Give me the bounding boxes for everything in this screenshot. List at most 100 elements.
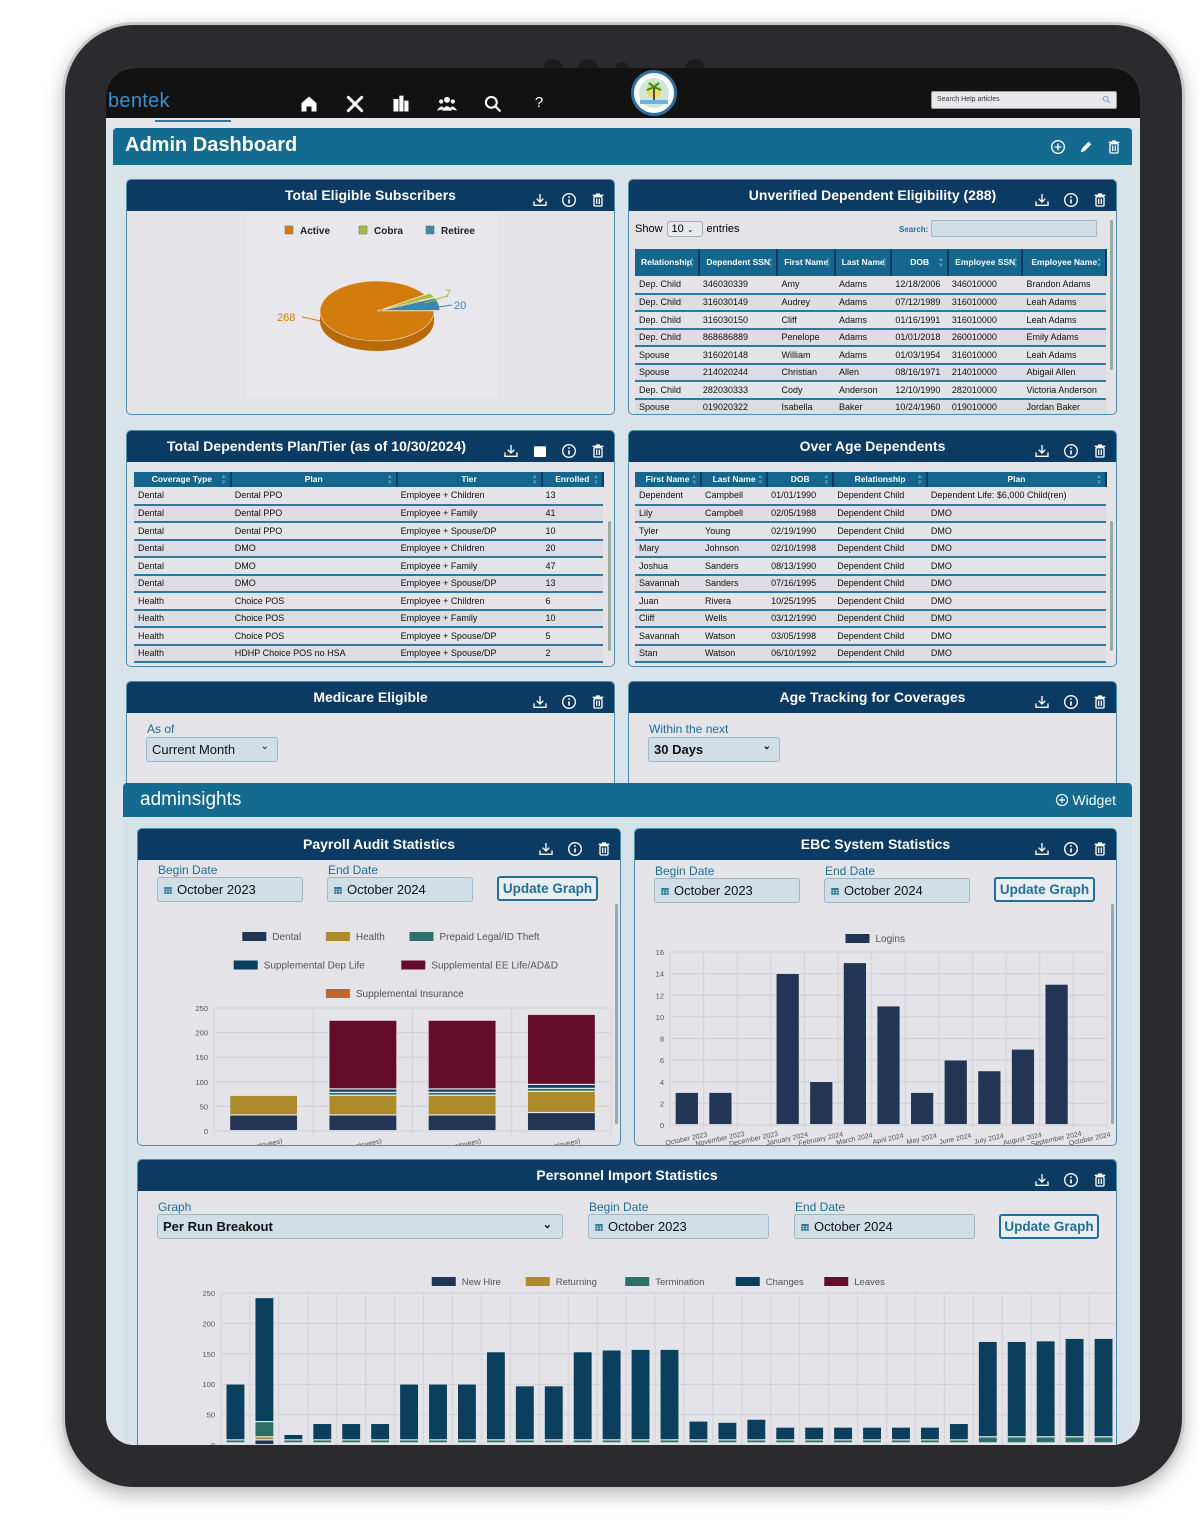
end-date-input[interactable]: October 2024 (327, 877, 473, 902)
as-of-select[interactable]: Current Month ⌄ (146, 737, 278, 762)
end-date-input[interactable]: October 2024 (794, 1214, 975, 1239)
table-row[interactable]: Savannah Watson 03/05/1998 Dependent Child D… (635, 627, 1106, 646)
table-row[interactable]: Dental DMO Employee + Children 20 (134, 539, 603, 558)
table-row[interactable]: Dep. Child 316030150 Cliff Adams 01/16/1991 3… (635, 311, 1106, 330)
begin-date-input[interactable]: October 2023 (654, 878, 800, 903)
download-icon[interactable] (1034, 690, 1050, 708)
info-icon[interactable] (1063, 837, 1079, 856)
graph-select[interactable]: Per Run Breakout ⌄ (157, 1214, 563, 1239)
scrollbar[interactable] (1111, 904, 1114, 1124)
download-icon[interactable] (1034, 439, 1050, 457)
table-row[interactable]: Dental DMO Employee + Spouse/DP 13 (134, 574, 603, 593)
table-row[interactable]: Health Choice POS Employee + Spouse/DP 5 (134, 627, 603, 646)
column-header[interactable]: DOB ▲ ▼ (891, 249, 949, 276)
info-icon[interactable] (1063, 690, 1079, 709)
bentek-logo[interactable]: bentek (108, 90, 170, 113)
table-row[interactable]: Dental Dental PPO Employee + Family 41 (134, 504, 603, 523)
column-header[interactable]: Plan ▲ ▼ (926, 472, 1108, 487)
info-icon[interactable] (1063, 1168, 1079, 1187)
table-row[interactable]: Cliff Wells 03/12/1990 Dependent Child DMO (635, 609, 1106, 628)
table-row[interactable]: Dental Dental PPO Employee + Spouse/DP 10 (134, 522, 603, 541)
users-icon[interactable] (437, 94, 457, 114)
update-graph-button[interactable]: Update Graph (999, 1214, 1099, 1239)
column-header[interactable]: DOB ▲ ▼ (767, 472, 835, 487)
scrollbar[interactable] (1110, 521, 1113, 651)
begin-date-input[interactable]: October 2023 (157, 877, 303, 902)
table-row[interactable]: Dep. Child 316030149 Audrey Adams 07/12/1989… (635, 293, 1106, 312)
info-icon[interactable] (1063, 439, 1079, 458)
table-row[interactable]: Dental Dental PPO Employee + Children 13 (134, 487, 603, 506)
help-search-input[interactable]: Search Help articles (931, 91, 1117, 109)
table-row[interactable]: Spouse 019020322 Isabella Baker 10/24/1960 01… (635, 398, 1106, 414)
column-header[interactable]: Tier ▲ ▼ (396, 472, 543, 487)
info-icon[interactable] (1063, 188, 1079, 207)
download-icon[interactable] (532, 690, 548, 708)
column-header[interactable]: Plan ▲ ▼ (230, 472, 398, 487)
column-header[interactable]: First Name ▲ ▼ (777, 249, 836, 276)
table-row[interactable]: Spouse 214020244 Christian Allen 08/16/1971 2… (635, 363, 1106, 382)
download-icon[interactable] (503, 439, 519, 457)
column-header[interactable]: Employee Name ▲ ▼ (1022, 249, 1107, 276)
download-icon[interactable] (1034, 188, 1050, 206)
trash-icon[interactable] (1092, 1168, 1108, 1187)
trash-icon[interactable] (590, 690, 606, 709)
column-header[interactable]: Relationship ▲ ▼ (635, 249, 700, 276)
scrollbar[interactable] (615, 904, 618, 1124)
scrollbar[interactable] (608, 521, 611, 651)
table-row[interactable]: Dep. Child 868686889 Penelope Adams 01/01/20… (635, 328, 1106, 347)
info-icon[interactable] (561, 188, 577, 207)
column-header[interactable]: Employee SSN ▲ ▼ (947, 249, 1024, 276)
column-header[interactable]: First Name ▲ ▼ (635, 472, 703, 487)
table-row[interactable]: Joshua Sanders 08/13/1990 Dependent Child DM… (635, 557, 1106, 576)
info-icon[interactable] (561, 690, 577, 709)
end-date-input[interactable]: October 2024 (824, 878, 970, 903)
table-row[interactable]: Lily Campbell 02/05/1988 Dependent Child DMO (635, 504, 1106, 523)
home-icon[interactable] (299, 94, 319, 114)
help-icon[interactable]: ? (529, 94, 549, 114)
column-header[interactable]: Relationship ▲ ▼ (833, 472, 928, 487)
table-row[interactable]: Juan Rivera 10/25/1995 Dependent Child DMO (635, 592, 1106, 611)
table-row[interactable]: Savannah Sanders 07/16/1995 Dependent Child… (635, 574, 1106, 593)
table-row[interactable]: Spouse 316020148 William Adams 01/03/1954 316… (635, 346, 1106, 365)
info-icon[interactable] (567, 837, 583, 856)
update-graph-button[interactable]: Update Graph (994, 877, 1095, 902)
search-icon[interactable] (483, 94, 503, 114)
column-header[interactable]: Last Name ▲ ▼ (701, 472, 769, 487)
entries-select[interactable]: 10 ⌄ (666, 221, 703, 237)
table-row[interactable]: Dep. Child 282030333 Cody Anderson 12/10/199… (635, 381, 1106, 400)
calendar-icon[interactable] (532, 439, 548, 457)
table-row[interactable]: Health HDHP Choice POS no HSA Employee + S… (134, 644, 603, 663)
download-icon[interactable] (1034, 837, 1050, 855)
trash-icon[interactable] (1092, 439, 1108, 458)
column-header[interactable]: Dependent SSN ▲ ▼ (698, 249, 779, 276)
trash-icon[interactable] (1092, 837, 1108, 856)
download-icon[interactable] (532, 188, 548, 206)
trash-icon[interactable] (590, 439, 606, 458)
table-row[interactable]: Dependent Campbell 01/01/1990 Dependent Chi… (635, 487, 1106, 506)
delete-icon[interactable] (1106, 138, 1122, 154)
search-icon[interactable] (1102, 95, 1111, 104)
tools-icon[interactable] (345, 94, 365, 114)
trash-icon[interactable] (1092, 188, 1108, 207)
table-row[interactable]: Dep. Child 346030339 Amy Adams 12/18/2006 346… (635, 276, 1106, 295)
table-row[interactable]: Tyler Young 02/19/1990 Dependent Child DMO (635, 522, 1106, 541)
column-header[interactable]: Enrolled ▲ ▼ (541, 472, 605, 487)
add-widget-button[interactable]: Widget (1055, 792, 1116, 808)
column-header[interactable]: Last Name ▲ ▼ (834, 249, 893, 276)
update-graph-button[interactable]: Update Graph (497, 876, 598, 901)
table-search-input[interactable] (931, 220, 1097, 237)
column-header[interactable]: Coverage Type ▲ ▼ (134, 472, 232, 487)
trash-icon[interactable] (596, 837, 612, 856)
table-row[interactable]: Mary Johnson 02/10/1998 Dependent Child DMO (635, 539, 1106, 558)
scrollbar[interactable] (1110, 220, 1113, 370)
download-icon[interactable] (538, 837, 554, 855)
within-next-select[interactable]: 30 Days ⌄ (648, 737, 780, 762)
add-widget-icon[interactable] (1050, 138, 1066, 154)
building-icon[interactable] (391, 94, 411, 114)
trash-icon[interactable] (1092, 690, 1108, 709)
info-icon[interactable] (561, 439, 577, 458)
table-row[interactable]: Stan Watson 06/10/1992 Dependent Child DMO (635, 644, 1106, 663)
table-row[interactable]: Health Choice POS Employee + Family 10 (134, 609, 603, 628)
download-icon[interactable] (1034, 1168, 1050, 1186)
begin-date-input[interactable]: October 2023 (588, 1214, 769, 1239)
